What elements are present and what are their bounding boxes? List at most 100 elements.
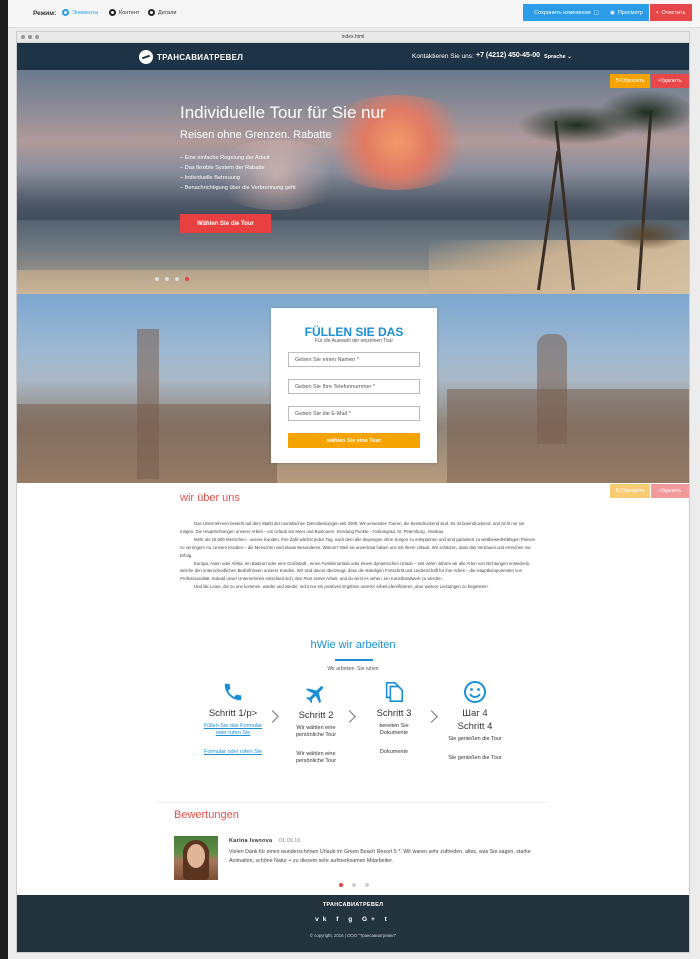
preview-button[interactable]: ◉ Просмотр <box>604 4 649 21</box>
name-input[interactable]: Geben Sie einen Namen * <box>288 352 420 367</box>
step-description: bereiten Sie Dokumente <box>379 723 409 736</box>
form-title: FÜLLEN SIE DAS <box>304 325 404 339</box>
divider <box>157 802 549 803</box>
review-slider-dots <box>339 883 369 887</box>
city-buildings <box>17 404 277 483</box>
slider-dot-active[interactable] <box>339 883 343 887</box>
city-dome <box>537 334 567 444</box>
step-description: Dokumente <box>379 749 409 755</box>
slider-dot[interactable] <box>352 883 356 887</box>
site-logo[interactable]: ТРАНСАВИАТРЕВЕЛ <box>139 50 243 64</box>
step-name: Schritt 2 <box>298 710 334 721</box>
about-paragraph: Das Unternehmen besteht auf dem Markt de… <box>180 521 525 534</box>
delete-label: Удалить <box>660 488 682 494</box>
delete-button[interactable]: ▪ Удалить <box>651 484 689 498</box>
clear-label: Очистить <box>661 9 686 16</box>
step-link[interactable]: Formular oder rufen Sie <box>198 749 268 756</box>
about-title: wir über uns <box>180 492 240 504</box>
mode-label: Режим: <box>33 10 57 17</box>
step-description: Wir wählen eine persönliche Tour <box>295 725 337 738</box>
social-links: vk f g G+ t <box>17 916 689 923</box>
language-label: Sprache <box>544 54 566 60</box>
works-subtitle: Wir arbeiten. Sie ruhen <box>327 666 379 672</box>
palm-leaves <box>597 90 689 135</box>
frame-titlebar: index.html <box>17 32 689 43</box>
hero-feature: – Eine einfache Regelung der Arbeit <box>180 155 270 161</box>
reset-label: Сбросить <box>620 78 645 84</box>
contact-label: Kontaktieren Sie uns: <box>412 53 474 60</box>
preview-frame: index.html ТРАНСАВИАТРЕВЕЛ Kontaktieren … <box>16 31 690 953</box>
hero-subtitle: Reisen ohne Grenzen. Rabatte <box>180 129 332 141</box>
left-rail <box>0 0 8 959</box>
slider-dot[interactable] <box>155 277 159 281</box>
google-plus-icon[interactable]: G+ <box>362 916 379 923</box>
reviewer-name: Karina Ivanova <box>229 838 273 844</box>
step-name: Шаг 4 <box>462 708 488 719</box>
logo-icon <box>139 50 153 64</box>
slider-dot[interactable] <box>165 277 169 281</box>
about-section-controls: ↻ Сбросить ▪ Удалить <box>610 484 689 498</box>
chevron-right-icon <box>343 710 356 723</box>
chevron-right-icon <box>266 710 279 723</box>
save-icon: ▢ <box>593 9 599 16</box>
step-1: Schritt 1/p> Füllen Sie das Formular ode… <box>198 680 268 756</box>
hero-slider-dots <box>155 277 189 281</box>
reset-button[interactable]: ↻ Сбросить <box>610 74 650 88</box>
hero-feature: – Individuelle Betreuung <box>180 175 241 181</box>
step-description: Wir wählen eine persönliche Tour <box>295 751 337 764</box>
hero-section: ↻ Сбросить ▪ Удалить Individuelle Tour f… <box>17 70 689 294</box>
mode-elements-radio[interactable]: Элементы <box>62 9 98 16</box>
lead-form: FÜLLEN SIE DAS Für die Auswahl der einze… <box>271 308 437 463</box>
submit-tour-button[interactable]: wählen Sie eine Tour <box>288 433 420 448</box>
footer-logo: ТРАНСАВИАТРЕВЕЛ <box>322 902 384 908</box>
language-select[interactable]: Sprache ⌄ <box>544 54 572 60</box>
choose-tour-button[interactable]: Wählen Sie die Tour <box>180 214 271 233</box>
editor-toolbar: Режим: Элементы Контент Детали Сохранить… <box>8 0 700 28</box>
works-title: hWie wir arbeiten <box>310 639 396 651</box>
about-paragraph: Europa, Asien oder Afrika, ein Badeort o… <box>180 560 531 582</box>
slider-dot-active[interactable] <box>185 277 189 281</box>
mode-content-label: Контент <box>119 9 140 16</box>
slider-dot[interactable] <box>175 277 179 281</box>
vk-icon[interactable]: vk <box>315 916 330 923</box>
phone-input[interactable]: Geben Sie Ihre Telefonnummer * <box>288 379 420 394</box>
step-description: Sie genießen die Tour <box>448 755 502 761</box>
mode-details-label: Детали <box>158 9 177 16</box>
review-date: 01.09.16 <box>279 838 301 844</box>
clear-button[interactable]: ▪ Очистить <box>650 4 692 21</box>
step-description: Sie genießen die Tour <box>448 736 502 742</box>
step-3: Schritt 3 bereiten Sie Dokumente Dokumen… <box>366 680 422 756</box>
phone-number[interactable]: +7 (4212) 450-45-00 <box>476 52 540 59</box>
reviewer-avatar <box>174 836 218 880</box>
twitter-icon[interactable]: t <box>385 916 391 923</box>
form-subtitle: Für die Auswahl der einzelnen Tour <box>314 338 393 344</box>
city-buildings <box>447 389 689 483</box>
step-link[interactable]: Füllen Sie das Formular oder rufen Sie <box>198 723 268 737</box>
site-header: ТРАНСАВИАТРЕВЕЛ Kontaktieren Sie uns: +7… <box>17 43 689 70</box>
delete-label: Удалить <box>660 78 682 84</box>
delete-button[interactable]: ▪ Удалить <box>651 74 689 88</box>
email-input[interactable]: Geben Sie die E-Mail * <box>288 406 420 421</box>
documents-icon <box>366 680 422 704</box>
mode-details-radio[interactable]: Детали <box>148 9 176 16</box>
reset-label: Сбросить <box>620 488 645 494</box>
preview-label: Просмотр <box>617 9 643 16</box>
mode-content-radio[interactable]: Контент <box>109 9 139 16</box>
hero-section-controls: ↻ Сбросить ▪ Удалить <box>610 74 689 88</box>
chevron-right-icon <box>425 710 438 723</box>
slider-dot[interactable] <box>365 883 369 887</box>
chevron-down-icon: ⌄ <box>567 54 572 60</box>
google-icon[interactable]: g <box>348 916 356 923</box>
save-changes-label: Сохранить изменения <box>534 9 591 16</box>
smiley-icon <box>447 680 503 704</box>
about-text: Das Unternehmen besteht auf dem Markt de… <box>180 520 536 591</box>
frame-title: index.html <box>341 34 365 40</box>
step-name: Schritt 1/p> <box>208 708 258 719</box>
site-footer: ТРАНСАВИАТРЕВЕЛ vk f g G+ t © copyright,… <box>17 895 689 952</box>
facebook-icon[interactable]: f <box>336 916 342 923</box>
save-changes-button[interactable]: Сохранить изменения ▢ <box>523 4 610 21</box>
reset-button[interactable]: ↻ Сбросить <box>610 484 650 498</box>
beach-hut <box>607 220 687 250</box>
plane-icon <box>287 682 345 706</box>
about-paragraph: Und die Leute, die zu uns kommen, wieder… <box>194 584 491 590</box>
